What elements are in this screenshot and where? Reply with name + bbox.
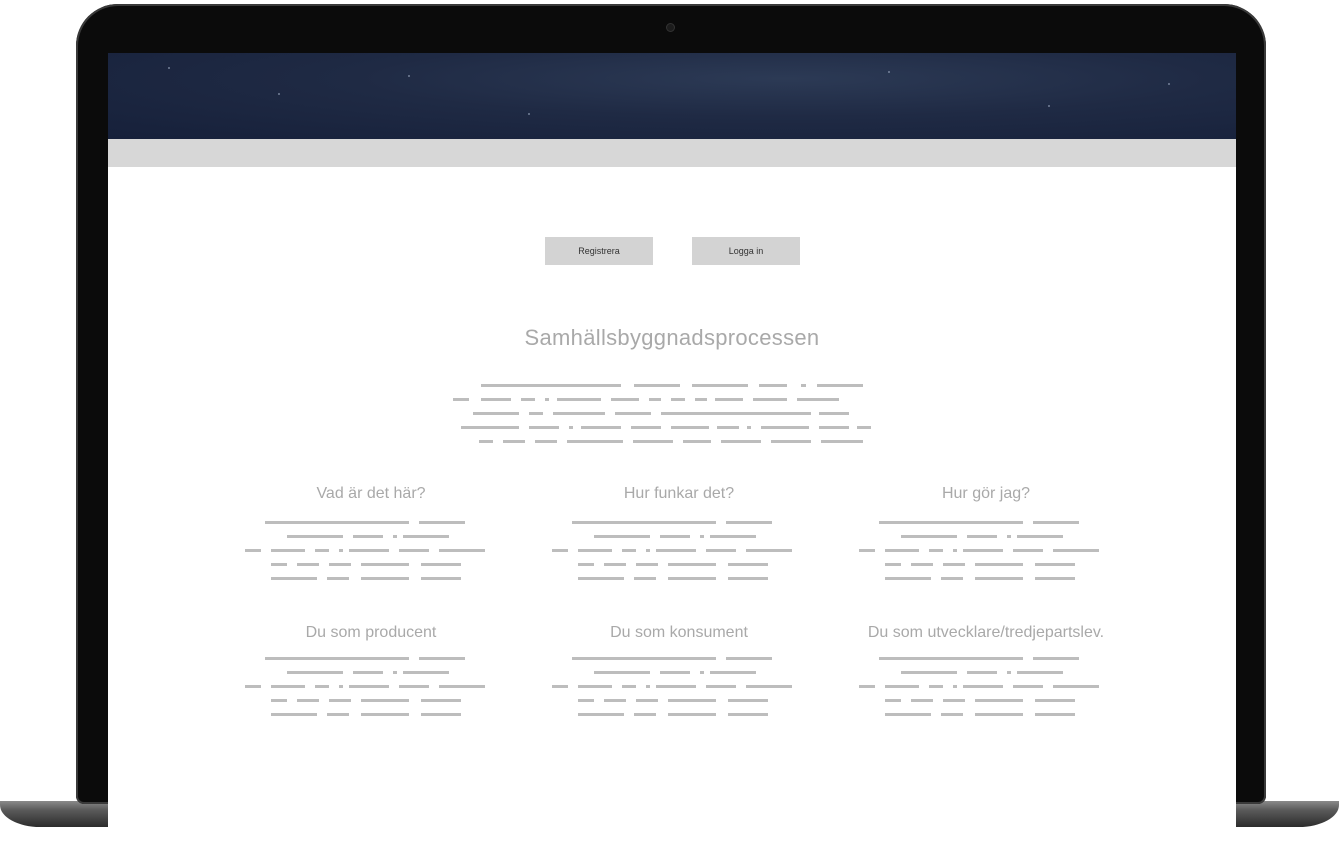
intro-placeholder-text — [453, 384, 893, 444]
login-button[interactable]: Logga in — [692, 237, 800, 265]
section-title-developer: Du som utvecklare/tredjepartslev. — [867, 624, 1105, 641]
hero-banner — [108, 53, 1236, 139]
page-title: Samhällsbyggnadsprocessen — [524, 325, 820, 350]
browser-screen: Registrera Logga in Samhällsbyggnadsproc… — [108, 53, 1236, 842]
camera-icon — [667, 24, 674, 31]
nav-strip — [108, 139, 1236, 167]
register-button[interactable]: Registrera — [545, 237, 653, 265]
section-placeholder-text — [859, 657, 1103, 717]
section-placeholder-text — [245, 521, 489, 581]
section-placeholder-text — [859, 521, 1103, 581]
section-placeholder-text — [552, 657, 796, 717]
section-placeholder-text — [552, 521, 796, 581]
section-title-how-it-works: Hur funkar det? — [623, 485, 735, 502]
section-title-producer: Du som producent — [305, 624, 437, 641]
section-title-consumer: Du som konsument — [610, 624, 748, 641]
section-title-how-do-i: Hur gör jag? — [941, 485, 1031, 502]
section-title-what: Vad är det här? — [316, 485, 426, 502]
section-placeholder-text — [245, 657, 489, 717]
